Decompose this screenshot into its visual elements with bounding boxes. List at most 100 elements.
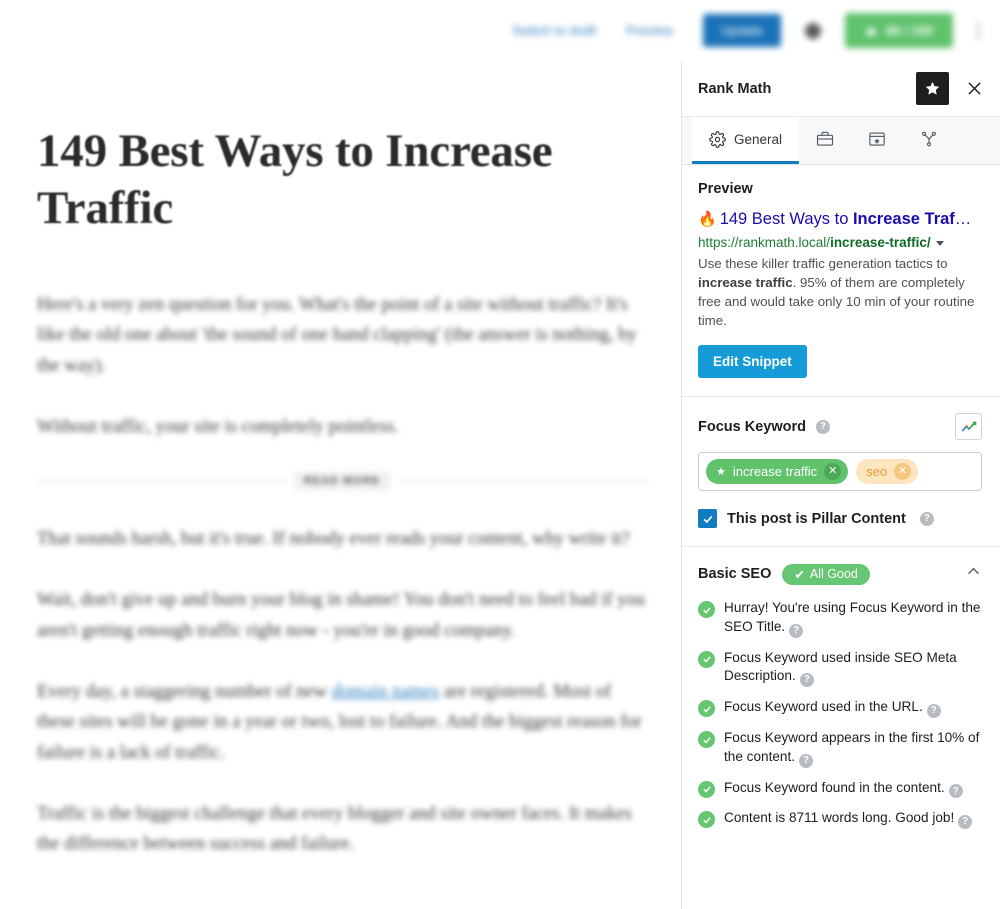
remove-keyword-icon[interactable]: ✕ <box>894 463 912 481</box>
rank-math-editor-screen: Switch to draft Preview Update 86 / 100 … <box>0 0 1000 909</box>
tab-schema[interactable] <box>851 117 903 164</box>
check-label: Focus Keyword used in the URL. <box>724 699 923 715</box>
help-icon[interactable]: ? <box>926 704 941 719</box>
focus-keyword-heading-wrap: Focus Keyword ? <box>698 419 955 435</box>
star-icon[interactable] <box>916 72 949 105</box>
gear-icon <box>709 130 726 148</box>
help-icon[interactable]: ? <box>799 753 814 768</box>
snippet-url-slug: increase-traffic/ <box>830 234 931 250</box>
basic-seo-header[interactable]: Basic SEO ✔ All Good <box>698 563 982 585</box>
check-text: Focus Keyword appears in the first 10% o… <box>724 729 982 768</box>
social-share-icon <box>920 130 938 148</box>
sidebar-tabs: General <box>682 117 1000 165</box>
editor-canvas: 149 Best Ways to Increase Traffic Here's… <box>0 61 681 909</box>
paragraph[interactable]: That sounds harsh, but it's true. If nob… <box>37 524 647 555</box>
pillar-content-checkbox[interactable] <box>698 509 717 529</box>
post-document: 149 Best Ways to Increase Traffic Here's… <box>0 61 681 860</box>
star-icon: ★ <box>716 466 726 479</box>
check-circle-icon <box>698 601 715 619</box>
snippet-url[interactable]: https://rankmath.local/increase-traffic/ <box>698 234 982 252</box>
editor-toolbar: Switch to draft Preview Update 86 / 100 <box>0 0 1000 61</box>
chevron-down-icon[interactable] <box>935 240 944 246</box>
list-item: Focus Keyword found in the content.? <box>698 779 982 799</box>
preview-heading: Preview <box>698 181 753 197</box>
tab-social[interactable] <box>903 117 955 164</box>
paragraph[interactable]: Here's a very zen question for you. What… <box>37 290 647 382</box>
kebab-menu-icon[interactable] <box>973 19 984 42</box>
keyword-pill-secondary[interactable]: seo ✕ <box>856 459 919 485</box>
tab-general[interactable]: General <box>692 117 800 164</box>
keyword-label: seo <box>866 464 888 480</box>
paragraph-text-before: Every day, a staggering number of new <box>37 681 332 702</box>
preview-button[interactable]: Preview <box>626 23 673 38</box>
check-text: Focus Keyword used in the URL.? <box>724 698 941 719</box>
seo-score-button[interactable]: 86 / 100 <box>845 13 953 48</box>
remove-keyword-icon[interactable]: ✕ <box>824 463 842 481</box>
help-icon[interactable]: ? <box>948 784 963 799</box>
read-more-block[interactable]: READ MORE <box>37 472 648 491</box>
snippet-title-keyword: Increase Traf <box>852 210 955 228</box>
check-label: Focus Keyword found in the content. <box>724 779 945 795</box>
check-text: Content is 8711 words long. Good job!? <box>724 809 973 830</box>
sidebar-content[interactable]: Preview 🔥 149 Best Ways to Increase Traf…… <box>682 165 1000 909</box>
post-title[interactable]: 149 Best Ways to Increase Traffic <box>37 123 637 238</box>
snippet-description[interactable]: Use these killer traffic generation tact… <box>698 254 982 330</box>
chevron-up-icon[interactable] <box>965 563 982 585</box>
focus-keyword-heading: Focus Keyword <box>698 418 806 435</box>
paragraph[interactable]: Wait, don't give up and burn your blog i… <box>37 585 647 646</box>
check-circle-icon <box>698 700 715 718</box>
seo-score-value: 86 / 100 <box>886 23 933 38</box>
check-circle-icon <box>698 650 715 668</box>
check-text: Focus Keyword used inside SEO Meta Descr… <box>724 649 982 688</box>
sidebar-title: Rank Math <box>698 80 772 97</box>
read-more-label: READ MORE <box>293 472 391 491</box>
check-circle-icon <box>698 731 715 749</box>
read-more-dash-right <box>398 480 648 482</box>
google-trends-icon[interactable] <box>955 413 982 441</box>
check-text: Hurray! You're using Focus Keyword in th… <box>724 599 982 638</box>
check-icon: ✔ <box>794 567 805 582</box>
help-icon[interactable]: ? <box>958 815 973 830</box>
edit-snippet-button[interactable]: Edit Snippet <box>698 345 807 379</box>
switch-to-draft-button[interactable]: Switch to draft <box>512 23 596 38</box>
check-text: Focus Keyword found in the content.? <box>724 779 963 799</box>
help-icon[interactable]: ? <box>799 673 814 688</box>
status-badge-label: All Good <box>809 567 858 582</box>
list-item: Focus Keyword used in the URL.? <box>698 698 982 719</box>
paragraph-with-link[interactable]: Every day, a staggering number of new do… <box>37 677 647 769</box>
paragraph[interactable]: Traffic is the biggest challenge that ev… <box>37 799 647 860</box>
check-circle-icon <box>698 811 715 829</box>
help-icon[interactable]: ? <box>789 623 804 638</box>
fire-emoji-icon: 🔥 <box>698 211 717 228</box>
close-icon[interactable] <box>961 76 987 102</box>
paragraph[interactable]: Without traffic, your site is completely… <box>37 412 647 443</box>
focus-keyword-input[interactable]: ★ increase traffic ✕ seo ✕ <box>698 452 982 492</box>
basic-seo-heading: Basic SEO <box>698 566 772 583</box>
help-icon[interactable]: ? <box>815 419 830 434</box>
domain-names-link[interactable]: domain names <box>332 682 439 702</box>
preview-section: Preview 🔥 149 Best Ways to Increase Traf…… <box>682 165 1000 398</box>
help-icon[interactable]: ? <box>919 511 934 526</box>
snippet-title-plain: 149 Best Ways to <box>719 210 853 228</box>
post-body: Here's a very zen question for you. What… <box>37 290 648 860</box>
snippet-title-ellipsis: … <box>954 210 972 228</box>
tab-advanced[interactable] <box>799 117 851 164</box>
focus-keyword-section: Focus Keyword ? ★ increase traffic ✕ seo <box>682 397 1000 548</box>
update-button[interactable]: Update <box>703 14 781 47</box>
check-label: Content is 8711 words long. Good job! <box>724 810 955 826</box>
status-badge: ✔ All Good <box>782 563 870 585</box>
rank-math-sidebar: Rank Math General Preview 🔥 149 Best Way… <box>681 61 1000 909</box>
schema-browser-star-icon <box>868 130 886 148</box>
basic-seo-section: Basic SEO ✔ All Good Hurray! You're usin… <box>682 547 1000 858</box>
list-item: Hurray! You're using Focus Keyword in th… <box>698 599 982 638</box>
pillar-content-row[interactable]: This post is Pillar Content ? <box>698 509 982 529</box>
snippet-desc-part1: Use these killer traffic generation tact… <box>698 256 948 272</box>
settings-dot-icon[interactable] <box>805 22 821 39</box>
check-circle-icon <box>698 780 715 798</box>
snippet-desc-keyword: increase traffic <box>698 275 793 291</box>
pillar-content-label: This post is Pillar Content <box>727 510 906 527</box>
read-more-dash-left <box>37 480 286 482</box>
keyword-pill-primary[interactable]: ★ increase traffic ✕ <box>706 459 849 485</box>
snippet-title[interactable]: 🔥 149 Best Ways to Increase Traf… <box>698 209 982 230</box>
snippet-url-base: https://rankmath.local/ <box>698 234 831 250</box>
